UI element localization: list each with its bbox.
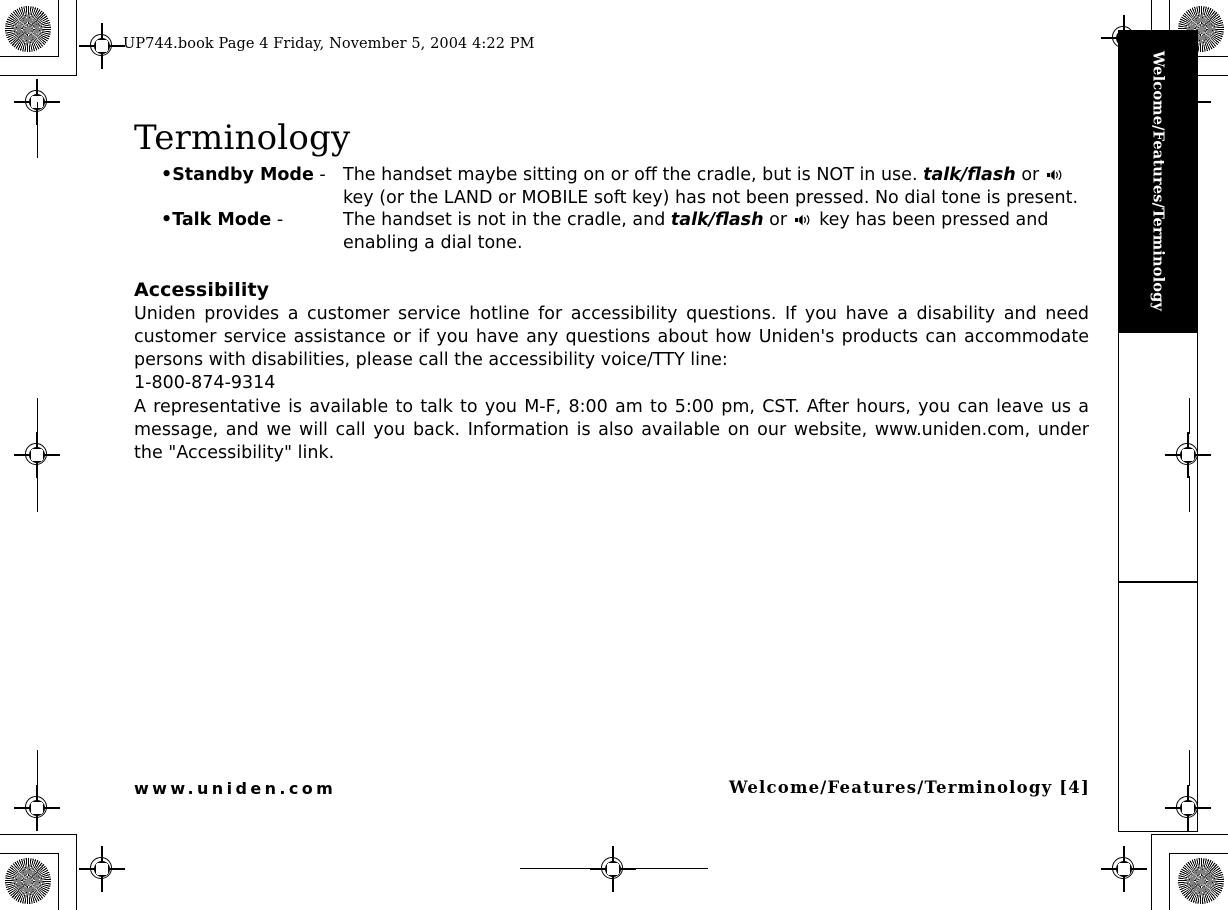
terminology-term-dash: -	[313, 165, 326, 185]
registration-mark-bottom-center	[590, 846, 636, 892]
definition-text-part2: or	[1015, 165, 1045, 185]
terminology-definition: The handset maybe sitting on or off the …	[343, 164, 1089, 209]
accessibility-paragraph-1: Uniden provides a customer service hotli…	[134, 304, 1089, 370]
terminology-term: •Talk Mode -	[161, 209, 343, 232]
definition-emphasis-talk-flash: talk/flash	[923, 165, 1016, 185]
crop-line-bottom-center-h-right	[636, 868, 708, 870]
crop-line-bl-v-outer	[58, 853, 60, 910]
terminology-term-dash: -	[271, 210, 284, 230]
definition-text-part2: or	[763, 210, 793, 230]
crop-line-br-v-inner	[1151, 834, 1153, 910]
definition-text-part1: The handset maybe sitting on or off the …	[343, 165, 924, 185]
registration-mark-top-left	[79, 23, 125, 69]
page-title: Terminology	[134, 118, 351, 158]
crop-line-left-edge-mid-lower	[37, 476, 39, 512]
crop-line-left-edge-lower	[37, 750, 39, 786]
registration-mark-bottom-right	[1101, 846, 1147, 892]
terminology-term-label: Standby Mode	[172, 165, 314, 185]
terminology-term-label: Talk Mode	[172, 210, 272, 230]
definition-text-part3: key (or the LAND or MOBILE soft key) has…	[343, 187, 1079, 208]
document-header-note: UP744.book Page 4 Friday, November 5, 20…	[123, 36, 535, 52]
bullet-glyph: •	[161, 210, 173, 230]
registration-mark-bottom-left	[79, 846, 125, 892]
definition-text-part1: The handset is not in the cradle, and	[343, 210, 671, 230]
crop-line-tl-h-inner	[0, 75, 77, 77]
terminology-definition: The handset is not in the cradle, and ta…	[343, 209, 1089, 254]
crop-line-bottom-center-h-left	[520, 868, 592, 870]
registration-mark-left-lower	[14, 785, 60, 831]
crop-line-tl-v-outer	[58, 0, 60, 56]
terminology-term: •Standby Mode -	[161, 164, 343, 187]
bullet-glyph: •	[161, 165, 173, 185]
crop-line-br-h-outer	[1169, 853, 1228, 855]
density-star-target-bottom-left	[5, 858, 51, 904]
crop-line-br-h-inner	[1151, 834, 1228, 836]
accessibility-paragraph-2: A representative is available to talk to…	[134, 397, 1089, 463]
terminology-item-standby-mode: •Standby Mode - The handset maybe sittin…	[161, 164, 1089, 209]
terminology-item-talk-mode: •Talk Mode - The handset is not in the c…	[161, 209, 1089, 254]
crop-line-bl-v-inner	[76, 834, 78, 910]
density-star-target-top-left	[5, 6, 51, 52]
page-content: Terminology •Standby Mode - The handset …	[134, 118, 1089, 465]
crop-line-left-edge-upper	[37, 102, 39, 158]
crop-line-tl-h-outer	[0, 56, 59, 58]
accessibility-phone-number: 1-800-874-9314	[134, 373, 276, 394]
tab-outline-box-upper	[1118, 332, 1198, 582]
side-thumb-tab-label: Welcome/Features/Terminology	[1149, 50, 1167, 312]
terminology-definition-list: •Standby Mode - The handset maybe sittin…	[161, 164, 1089, 254]
density-star-target-bottom-right	[1178, 858, 1224, 904]
speaker-icon	[1046, 165, 1064, 181]
side-thumb-tab: Welcome/Features/Terminology	[1118, 30, 1198, 332]
section-heading-accessibility: Accessibility	[134, 279, 270, 301]
footer-section-and-page: Welcome/Features/Terminology [4]	[728, 778, 1090, 797]
crop-line-br-v-outer	[1169, 853, 1171, 910]
crop-line-bl-h-inner	[0, 834, 77, 836]
footer-website: www.uniden.com	[134, 779, 337, 798]
crop-line-left-edge-mid-upper	[37, 398, 39, 434]
tab-outline-box-lower	[1118, 582, 1198, 832]
registration-mark-left-middle	[14, 432, 60, 478]
speaker-icon	[794, 210, 812, 226]
definition-emphasis-talk-flash: talk/flash	[670, 210, 764, 230]
crop-line-bl-h-outer	[0, 853, 59, 855]
crop-line-tl-v-inner	[76, 0, 78, 75]
